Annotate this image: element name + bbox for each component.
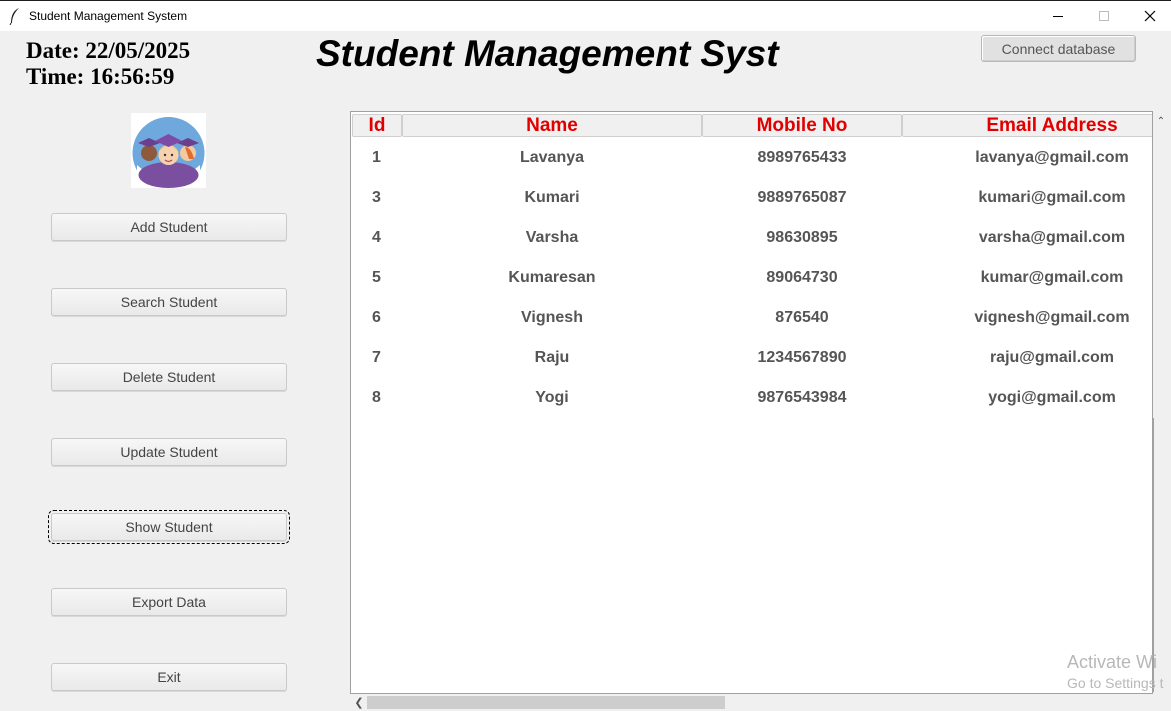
cell-id: 7 (372, 349, 381, 366)
cell-name: Kumaresan (508, 269, 596, 286)
cell-mobile: 98630895 (766, 229, 838, 246)
cell-email: vignesh@gmail.com (974, 309, 1130, 326)
cell-mobile: 876540 (775, 309, 829, 326)
cell-email: raju@gmail.com (989, 349, 1115, 366)
feather-app-icon (9, 8, 19, 25)
cell-email: yogi@gmail.com (988, 389, 1116, 406)
update-student-button[interactable]: Update Student (51, 438, 287, 466)
delete-student-button[interactable]: Delete Student (51, 363, 287, 391)
cell-mobile: 8989765433 (757, 149, 847, 166)
students-avatar (131, 113, 206, 189)
cell-name: Raju (534, 349, 570, 366)
cell-email: varsha@gmail.com (978, 229, 1126, 246)
column-header-mobile[interactable]: Mobile No (702, 114, 902, 137)
table-row[interactable]: 1 Lavanya 8989765433 lavanya@gmail.com (351, 138, 1152, 178)
table-header: Id Name Mobile No Email Address (351, 114, 1152, 138)
student-table[interactable]: Id Name Mobile No Email Address 1 Lavany… (350, 111, 1153, 694)
cell-id: 5 (372, 269, 381, 286)
maximize-button[interactable] (1081, 1, 1127, 31)
cell-mobile: 9876543984 (757, 389, 847, 406)
cell-id: 4 (372, 229, 381, 246)
close-icon (1144, 10, 1156, 22)
add-student-button[interactable]: Add Student (51, 213, 287, 241)
cell-id: 6 (372, 309, 381, 326)
page-title: Student Management Syst (316, 33, 779, 74)
export-data-button[interactable]: Export Data (51, 588, 287, 616)
cell-id: 1 (372, 149, 381, 166)
table-body: 1 Lavanya 8989765433 lavanya@gmail.com 3… (351, 138, 1152, 418)
table-row[interactable]: 3 Kumari 9889765087 kumari@gmail.com (351, 178, 1152, 218)
horizontal-scroll-thumb[interactable] (367, 696, 725, 709)
column-header-email[interactable]: Email Address (902, 114, 1152, 137)
cell-name: Kumari (524, 189, 580, 206)
students-graduation-icon (132, 117, 205, 189)
time-label: Time: 16:56:59 (26, 64, 175, 89)
show-student-button[interactable]: Show Student (48, 510, 290, 544)
column-header-id[interactable]: Id (352, 114, 402, 137)
minimize-button[interactable] (1035, 1, 1081, 31)
column-header-name[interactable]: Name (402, 114, 702, 137)
exit-button[interactable]: Exit (51, 663, 287, 691)
scroll-up-arrow-icon[interactable]: ⌃ (1155, 114, 1167, 128)
datetime-label: Date: 22/05/2025 Time: 16:56:59 (26, 38, 190, 90)
title-bar: Student Management System (0, 0, 1171, 31)
search-student-button[interactable]: Search Student (51, 288, 287, 316)
cell-email: kumar@gmail.com (980, 269, 1124, 286)
activate-windows-watermark: Activate Wi Go to Settings t (1067, 652, 1164, 691)
cell-email: lavanya@gmail.com (975, 149, 1129, 166)
table-row[interactable]: 5 Kumaresan 89064730 kumar@gmail.com (351, 258, 1152, 298)
cell-name: Lavanya (519, 149, 585, 166)
table-row[interactable]: 7 Raju 1234567890 raju@gmail.com (351, 338, 1152, 378)
table-row[interactable]: 4 Varsha 98630895 varsha@gmail.com (351, 218, 1152, 258)
close-button[interactable] (1127, 1, 1171, 31)
cell-id: 8 (372, 389, 381, 406)
cell-name: Yogi (535, 389, 569, 406)
maximize-icon (1099, 11, 1109, 21)
watermark-line-1: Activate Wi (1067, 652, 1158, 672)
table-row[interactable]: 8 Yogi 9876543984 yogi@gmail.com (351, 378, 1152, 418)
date-label: Date: 22/05/2025 (26, 38, 191, 63)
table-row[interactable]: 6 Vignesh 876540 vignesh@gmail.com (351, 298, 1152, 338)
minimize-icon (1053, 16, 1063, 17)
watermark-line-2: Go to Settings t (1067, 675, 1164, 691)
cell-name: Vignesh (521, 309, 583, 326)
cell-name: Varsha (525, 229, 579, 246)
scroll-left-arrow-icon[interactable]: ❮ (352, 694, 366, 711)
cell-email: kumari@gmail.com (978, 189, 1126, 206)
cell-mobile: 1234567890 (757, 349, 847, 366)
connect-database-button[interactable]: Connect database (981, 35, 1136, 62)
cell-mobile: 89064730 (766, 269, 838, 286)
vertical-scrollbar[interactable] (1152, 418, 1154, 692)
cell-mobile: 9889765087 (757, 189, 847, 206)
window-title: Student Management System (29, 9, 188, 23)
cell-id: 3 (372, 189, 381, 206)
